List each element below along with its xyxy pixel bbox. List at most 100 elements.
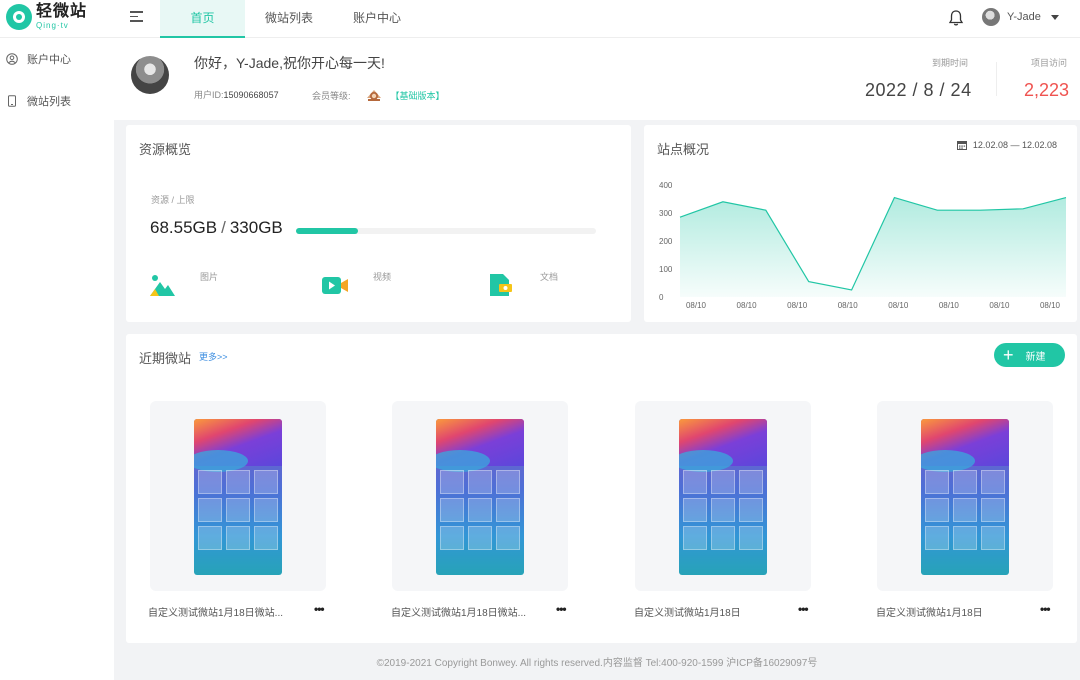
site-name[interactable]: 自定义测试微站1月18日 — [634, 604, 741, 619]
user-menu[interactable]: Y-Jade — [982, 8, 1059, 26]
user-id: 用户ID:15090668057 — [194, 90, 279, 100]
resource-limit: 330GB — [229, 218, 283, 237]
calendar-icon — [956, 141, 967, 150]
expiry-value: 2022 / 8 / 24 — [865, 80, 972, 100]
site-name[interactable]: 自定义测试微站1月18日微站... — [148, 604, 283, 619]
resource-item-label: 文档 — [540, 272, 559, 282]
brand-name: 轻微站 — [36, 3, 88, 20]
site-preview-cell — [226, 498, 250, 522]
resource-used: 68.55GB — [150, 218, 218, 237]
site-preview-cell — [440, 526, 464, 550]
site-preview-cell — [440, 498, 464, 522]
resource-item-label: 视频 — [373, 272, 392, 282]
date-range-picker[interactable]: 12.02.08 — 12.02.08 — [956, 140, 1057, 150]
welcome-panel: 你好，Y-Jade,祝你开心每一天! 用户ID:15090668057 会员等级… — [114, 38, 1080, 120]
brand-subname: Qing·tv — [36, 21, 69, 30]
y-tick-label: 0 — [659, 293, 664, 302]
footer: ©2019-2021 Copyright Bonwey. All rights … — [376, 658, 818, 669]
site-preview-cell — [468, 526, 492, 550]
site-preview-thumbnail — [921, 419, 1009, 575]
user-circle-icon — [6, 53, 18, 65]
more-options-icon[interactable]: ••• — [1040, 602, 1051, 616]
site-preview-cell — [683, 498, 707, 522]
y-tick-label: 300 — [659, 209, 673, 218]
new-site-button[interactable]: + 新建 — [994, 343, 1065, 367]
site-preview-thumbnail — [436, 419, 524, 575]
site-preview-cell — [981, 498, 1005, 522]
site-preview-cell — [440, 470, 464, 494]
card-title: 资源概览 — [139, 142, 192, 157]
tab-site-list[interactable]: 微站列表 — [245, 0, 333, 38]
site-preview-cell — [981, 526, 1005, 550]
x-tick-label: 08/10 — [787, 301, 808, 310]
brand-logo[interactable]: 轻微站 Qing·tv — [6, 4, 87, 30]
menu-toggle-icon[interactable] — [130, 11, 143, 22]
site-preview-cell — [496, 526, 520, 550]
site-preview-cell — [953, 526, 977, 550]
logo-icon — [6, 4, 32, 30]
site-card[interactable] — [392, 401, 568, 591]
divider — [996, 62, 997, 96]
resource-progress-bar — [296, 228, 596, 234]
card-title: 近期微站 — [139, 351, 192, 366]
site-preview-cell — [254, 526, 278, 550]
new-site-label: 新建 — [1025, 351, 1046, 363]
tab-account[interactable]: 账户中心 — [333, 0, 421, 38]
chevron-down-icon — [1050, 14, 1059, 20]
member-level-label: 会员等级: — [312, 90, 351, 101]
main-nav: 首页 微站列表 账户中心 — [160, 0, 421, 38]
site-preview-cell — [739, 498, 763, 522]
visits-label: 项目访问 — [1031, 58, 1068, 68]
site-name[interactable]: 自定义测试微站1月18日微站... — [391, 604, 526, 619]
resource-item-images[interactable]: 图片 — [148, 272, 218, 298]
sidebar-item-label: 账户中心 — [27, 54, 71, 66]
site-preview-cell — [198, 470, 222, 494]
video-icon — [322, 277, 348, 294]
resource-usage: 68.55GB/330GB — [150, 218, 283, 237]
x-tick-label: 08/10 — [838, 301, 859, 310]
y-tick-label: 400 — [659, 181, 673, 190]
resource-item-videos[interactable]: 视频 — [321, 272, 391, 298]
more-options-icon[interactable]: ••• — [314, 602, 325, 616]
sidebar-item-account[interactable]: 账户中心 — [0, 38, 114, 80]
more-options-icon[interactable]: ••• — [798, 602, 809, 616]
avatar[interactable] — [131, 56, 169, 94]
site-preview-cell — [254, 470, 278, 494]
site-preview-thumbnail — [194, 419, 282, 575]
site-card[interactable] — [877, 401, 1053, 591]
phone-icon — [8, 95, 16, 107]
resource-item-documents[interactable]: 文档 — [488, 272, 558, 298]
user-name: Y-Jade — [1007, 11, 1041, 23]
site-preview-thumbnail — [679, 419, 767, 575]
more-link[interactable]: 更多>> — [199, 350, 228, 363]
site-card[interactable] — [150, 401, 326, 591]
bell-icon[interactable] — [948, 9, 964, 27]
recent-sites-card: 近期微站 更多>> + 新建 自定义测试微站1月18日微站... ••• 自定义测试… — [126, 334, 1077, 643]
site-preview-cell — [711, 498, 735, 522]
site-preview-cell — [981, 470, 1005, 494]
tab-home[interactable]: 首页 — [160, 0, 245, 38]
medal-icon — [366, 90, 381, 101]
greeting: 你好，Y-Jade,祝你开心每一天! — [194, 55, 385, 71]
sidebar-item-label: 微站列表 — [27, 96, 71, 108]
chart-area — [680, 197, 1066, 297]
member-level: 会员等级: 【基础版本】 — [312, 88, 445, 102]
site-card[interactable] — [635, 401, 811, 591]
resource-overview-card: 资源概览 资源 / 上限 68.55GB/330GB 图片 视频 文档 — [126, 125, 631, 322]
resource-label: 资源 / 上限 — [151, 195, 195, 205]
site-preview-cell — [953, 498, 977, 522]
site-preview-cell — [683, 526, 707, 550]
more-options-icon[interactable]: ••• — [556, 602, 567, 616]
resource-progress-fill — [296, 228, 359, 234]
site-preview-cell — [198, 498, 222, 522]
sidebar: 账户中心 微站列表 — [0, 38, 114, 680]
site-preview-cell — [226, 526, 250, 550]
site-preview-cell — [254, 498, 278, 522]
site-name[interactable]: 自定义测试微站1月18日 — [876, 604, 983, 619]
site-preview-cell — [925, 498, 949, 522]
sidebar-item-site-list[interactable]: 微站列表 — [0, 80, 114, 122]
x-tick-label: 08/10 — [939, 301, 960, 310]
visits-value: 2,223 — [1024, 80, 1070, 100]
site-preview-cell — [953, 470, 977, 494]
site-overview-card: 0 100 200 300 400 08/10 08/10 08/10 08/10 08/10 08… — [644, 125, 1077, 322]
